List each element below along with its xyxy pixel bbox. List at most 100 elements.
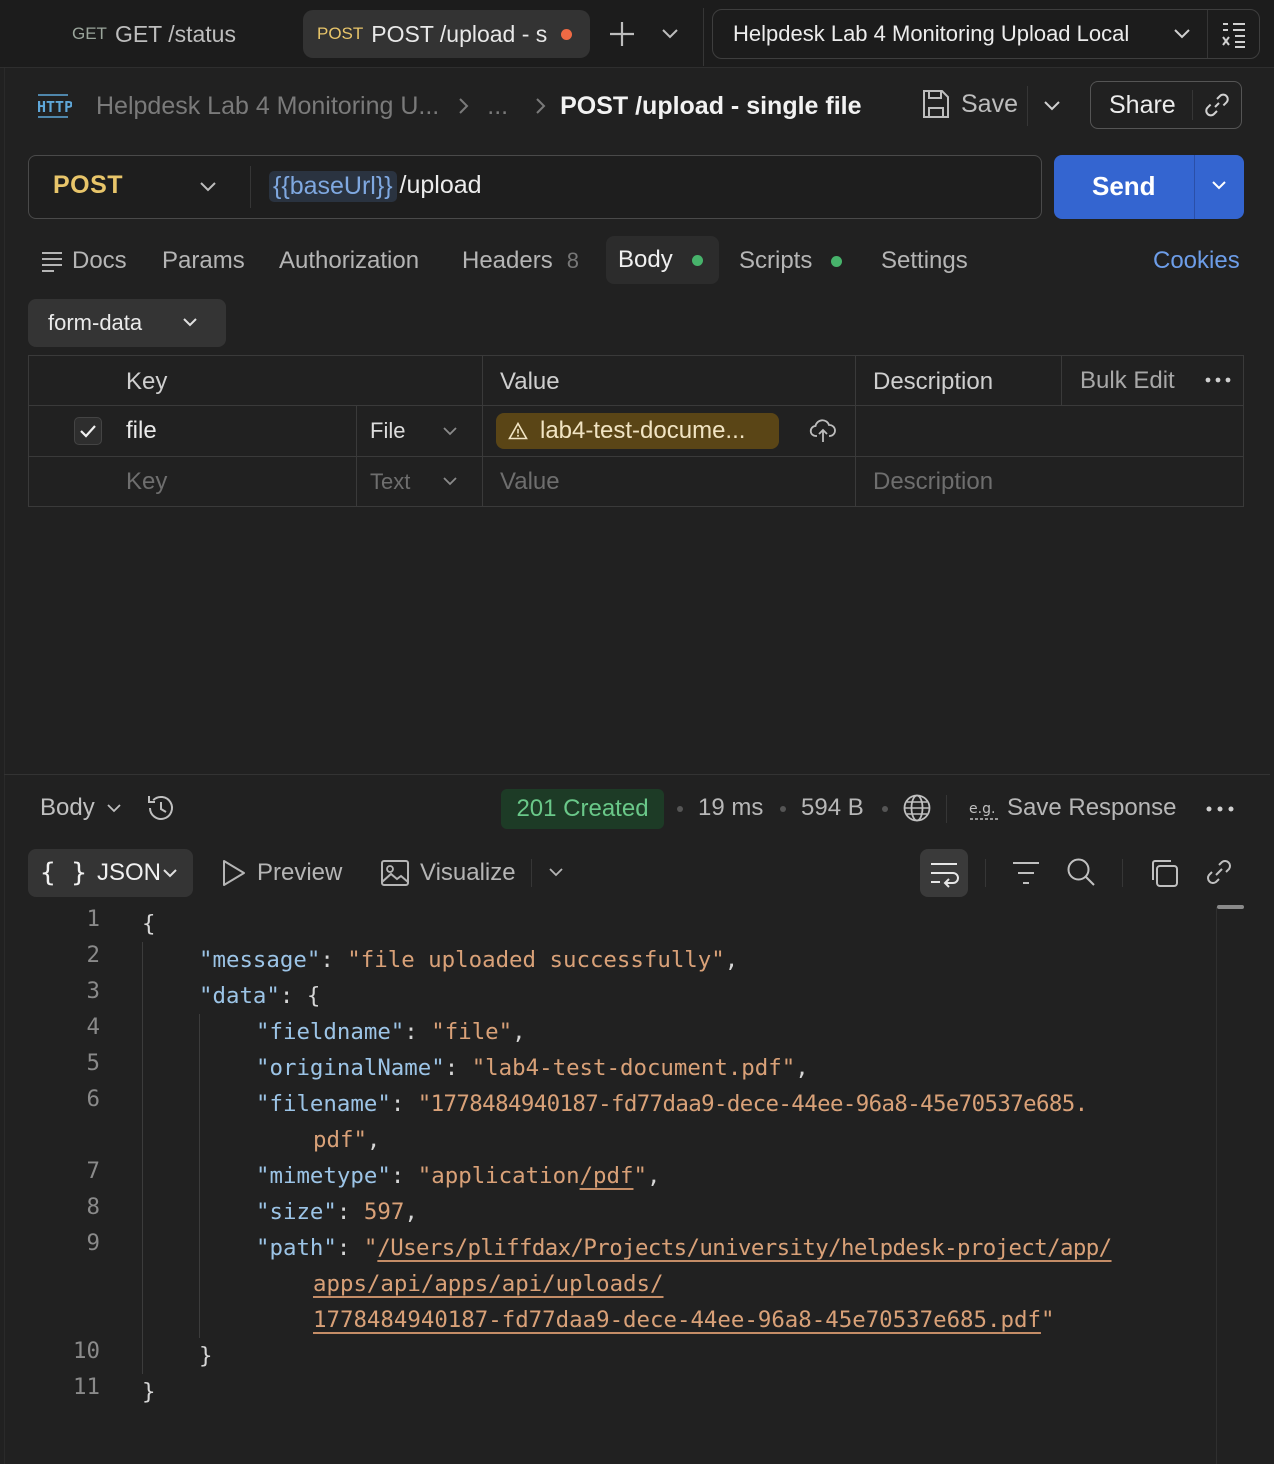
scrollbar-track[interactable] (1216, 907, 1217, 1464)
chevron-down-icon (162, 868, 178, 880)
unsaved-dot (561, 29, 572, 40)
code-line: "data": { (199, 983, 321, 1009)
line-number: 1 (86, 906, 100, 932)
save-button[interactable]: Save (961, 90, 1018, 119)
json-value-link[interactable]: /pdf (580, 1163, 634, 1189)
filter-icon[interactable] (1011, 860, 1041, 886)
environment-name: Helpdesk Lab 4 Monitoring Upload Local (733, 21, 1130, 46)
send-button[interactable]: Send (1092, 171, 1156, 202)
history-icon[interactable] (145, 792, 177, 824)
breadcrumb-ellipsis[interactable]: ... (487, 92, 508, 121)
divider (703, 8, 704, 66)
file-chip[interactable]: lab4-test-docume... (496, 413, 779, 449)
json-key: "size" (256, 1199, 337, 1225)
example-icon: e.g. (968, 797, 1000, 823)
file-name: lab4-test-docume... (540, 417, 746, 444)
new-row-key-input[interactable]: Key (126, 468, 167, 496)
json-value-link[interactable]: /Users/pliffdax/Projects/university/help… (377, 1235, 1112, 1261)
tab-get-status[interactable]: GET GET /status (72, 10, 236, 58)
tabs-dropdown-icon[interactable] (661, 26, 679, 40)
json-value: " (633, 1163, 647, 1189)
divider (855, 355, 856, 507)
response-size: 594 B (801, 794, 864, 821)
divider (531, 859, 532, 887)
scrollbar-thumb[interactable] (1217, 905, 1244, 909)
body-mode-selector[interactable]: form-data (28, 299, 226, 347)
more-options-icon[interactable] (1206, 806, 1234, 812)
bulk-edit-button[interactable]: Bulk Edit (1080, 367, 1175, 395)
divider (1194, 155, 1195, 219)
divider (356, 405, 357, 507)
tab-authorization[interactable]: Authorization (279, 240, 419, 282)
json-key: "originalName" (256, 1055, 445, 1081)
json-key: "data" (199, 983, 280, 1009)
environment-selector[interactable]: Helpdesk Lab 4 Monitoring Upload Local (712, 9, 1260, 59)
new-row-description-input[interactable]: Description (873, 468, 993, 496)
play-icon (221, 858, 247, 888)
chevron-down-icon[interactable] (548, 867, 564, 879)
row-checkbox[interactable] (74, 417, 102, 445)
upload-cloud-icon[interactable] (809, 416, 837, 444)
code-line: "message": "file uploaded successfully", (199, 947, 739, 973)
tab-scripts[interactable]: Scripts (739, 240, 843, 282)
image-icon (380, 858, 410, 888)
chevron-down-icon (1173, 27, 1191, 41)
line-number: 6 (86, 1086, 100, 1112)
tab-label: Docs (72, 247, 127, 274)
url-input[interactable]: {{baseUrl}} /upload (269, 171, 482, 202)
copy-icon[interactable] (1148, 857, 1180, 889)
tab-settings[interactable]: Settings (881, 240, 968, 282)
new-row-type-selector[interactable]: Text (370, 469, 410, 495)
save-response-button[interactable]: Save Response (1007, 794, 1176, 822)
row-type-selector[interactable]: File (370, 418, 405, 444)
breadcrumb-collection[interactable]: Helpdesk Lab 4 Monitoring U... (96, 92, 439, 121)
tab-post-upload[interactable]: POST POST /upload - s (303, 10, 590, 58)
globe-icon[interactable] (902, 793, 932, 823)
request-title[interactable]: POST /upload - single file (560, 92, 861, 121)
code-line: "size": 597, (256, 1199, 418, 1225)
line-number: 8 (86, 1194, 100, 1220)
send-options-chevron-icon[interactable] (1211, 180, 1227, 192)
tab-params[interactable]: Params (162, 240, 245, 282)
link-icon[interactable] (1204, 92, 1230, 118)
format-json-button[interactable]: { } JSON (28, 849, 193, 897)
json-value: " (1040, 1307, 1055, 1333)
row-key[interactable]: file (126, 417, 157, 445)
tab-body[interactable]: Body (606, 236, 719, 284)
environment-variables-icon[interactable] (1221, 21, 1247, 49)
tab-docs[interactable]: Docs (40, 240, 127, 282)
chevron-right-icon (534, 97, 546, 115)
column-header-description: Description (873, 368, 994, 395)
tab-headers[interactable]: Headers 8 (462, 240, 579, 282)
wrap-lines-button[interactable] (920, 849, 968, 897)
code-line: 1778484940187-fd77daa9-dece-44ee-96a8-45… (313, 1302, 1054, 1338)
json-value: " (363, 1235, 378, 1261)
new-tab-icon[interactable] (608, 20, 636, 48)
json-value: "1778484940187-fd77daa9-dece-44ee-96a8-4… (417, 1091, 1088, 1117)
save-options-chevron-icon[interactable] (1043, 99, 1061, 113)
response-view-selector[interactable]: Body (40, 794, 95, 822)
status-dot (831, 255, 843, 267)
column-header-key: Key (126, 368, 168, 395)
json-key: "fieldname" (256, 1019, 405, 1045)
more-options-icon[interactable] (1205, 377, 1231, 383)
method-selector[interactable]: POST (53, 171, 123, 200)
format-visualize-button[interactable]: Visualize (380, 858, 516, 888)
divider (1061, 355, 1062, 406)
separator-dot (780, 806, 786, 812)
chevron-down-icon (106, 803, 122, 815)
search-icon[interactable] (1066, 857, 1096, 887)
new-row-value-input[interactable]: Value (500, 468, 560, 496)
share-button[interactable]: Share (1109, 91, 1176, 120)
format-preview-button[interactable]: Preview (221, 858, 342, 888)
status-badge: 201 Created (501, 789, 664, 829)
json-value: "file uploaded successfully" (347, 947, 725, 973)
json-value-link[interactable]: apps/api/apps/api/uploads/ (313, 1271, 664, 1297)
tab-label: Body (618, 246, 673, 273)
json-value-link[interactable]: 1778484940187-fd77daa9-dece-44ee-96a8-45… (313, 1307, 1041, 1333)
breadcrumb: Helpdesk Lab 4 Monitoring U... ... POST … (96, 86, 862, 126)
link-icon[interactable] (1204, 857, 1234, 887)
code-line: apps/api/apps/api/uploads/ (313, 1266, 664, 1302)
cookies-link[interactable]: Cookies (1153, 240, 1240, 282)
divider (1207, 10, 1208, 58)
